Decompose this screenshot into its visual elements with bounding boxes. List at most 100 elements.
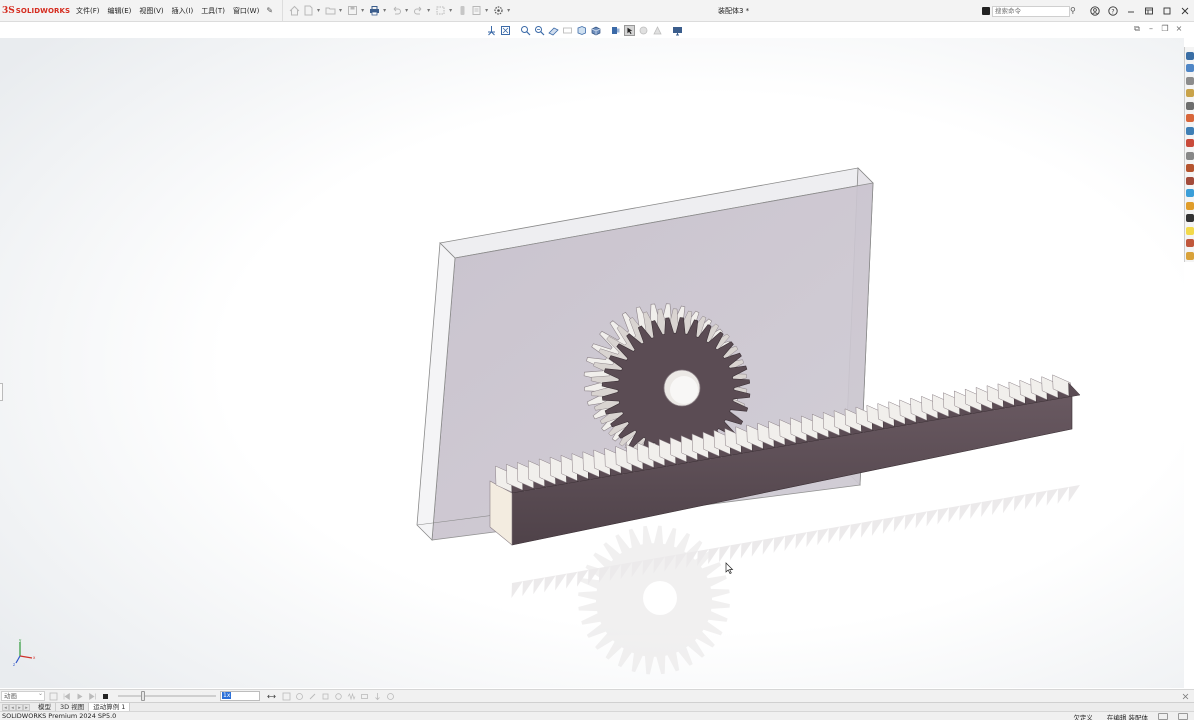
- new-document-icon[interactable]: [303, 5, 314, 16]
- tab-motion-study-1[interactable]: 运动算例 1: [89, 703, 131, 711]
- tab-first-icon[interactable]: ◂: [2, 703, 9, 711]
- select-icon[interactable]: [435, 5, 446, 16]
- menu-view[interactable]: 视图(V): [135, 0, 167, 22]
- select-dropdown-icon[interactable]: ▾: [449, 7, 452, 14]
- simulation-icon[interactable]: [1185, 239, 1194, 247]
- close-icon[interactable]: [1176, 0, 1194, 22]
- playback-timeline-slider[interactable]: [118, 691, 216, 701]
- file-properties-icon[interactable]: [471, 5, 482, 16]
- toolbox-icon[interactable]: [1185, 151, 1194, 160]
- menu-file[interactable]: 文件(F): [72, 0, 104, 22]
- redo-dropdown-icon[interactable]: ▾: [427, 7, 430, 14]
- motion-properties-icon[interactable]: [1181, 692, 1190, 701]
- graphics-area[interactable]: [0, 38, 1184, 688]
- save-animation-icon[interactable]: [282, 692, 291, 701]
- menu-tools[interactable]: 工具(T): [197, 0, 229, 22]
- forum-icon[interactable]: [1185, 164, 1194, 172]
- play-icon[interactable]: [75, 692, 84, 701]
- redo-icon[interactable]: [413, 5, 424, 16]
- undo-dropdown-icon[interactable]: ▾: [405, 7, 408, 14]
- rebuild-icon[interactable]: [457, 5, 468, 16]
- options-dropdown-icon[interactable]: ▾: [507, 7, 510, 14]
- tab-model[interactable]: 模型: [34, 703, 56, 711]
- edit-appearance-icon[interactable]: [638, 25, 649, 36]
- appearances-icon[interactable]: [1185, 114, 1194, 122]
- undo-icon[interactable]: [391, 5, 402, 16]
- design-library-icon[interactable]: [1185, 76, 1194, 85]
- tools-pane-icon[interactable]: [1185, 139, 1194, 147]
- cube-views-icon[interactable]: [590, 25, 601, 36]
- home-icon[interactable]: [289, 5, 300, 16]
- study-type-select[interactable]: 动画: [1, 690, 45, 701]
- markup-icon[interactable]: [1185, 176, 1194, 185]
- hide-show-items-icon[interactable]: [610, 25, 621, 36]
- doc-restore-icon[interactable]: ❐: [1158, 24, 1172, 36]
- previous-view-icon[interactable]: [534, 25, 545, 36]
- doc-close-icon[interactable]: ×: [1172, 24, 1186, 36]
- plugin-icon[interactable]: [1185, 251, 1194, 260]
- search-commands-icon[interactable]: [982, 7, 990, 15]
- calculate-icon[interactable]: [49, 692, 58, 701]
- display-style-icon[interactable]: [624, 24, 635, 36]
- zoom-area-icon[interactable]: [520, 25, 531, 36]
- help-icon[interactable]: ?: [1104, 0, 1122, 22]
- view-palette-icon[interactable]: [576, 25, 587, 36]
- solidworks-resources-icon[interactable]: [1185, 51, 1194, 60]
- restore-icon[interactable]: [1140, 0, 1158, 22]
- properties-dropdown-icon[interactable]: ▾: [485, 7, 488, 14]
- status-options-icon[interactable]: [1178, 713, 1188, 720]
- view-orientation-icon[interactable]: [486, 25, 497, 36]
- search-input[interactable]: [992, 5, 1070, 17]
- gravity-icon[interactable]: [373, 692, 382, 701]
- pin-menu-icon[interactable]: ✎: [263, 6, 276, 15]
- print-dropdown-icon[interactable]: ▾: [383, 7, 386, 14]
- highlight-icon[interactable]: [1185, 226, 1194, 235]
- feature-manager-collapse-handle[interactable]: [0, 383, 3, 401]
- units-icon[interactable]: [1158, 713, 1168, 720]
- custom-properties-icon[interactable]: [1185, 126, 1194, 135]
- save-icon[interactable]: [347, 5, 358, 16]
- solidworks-logo[interactable]: 3S SOLIDWORKS: [0, 0, 70, 22]
- maximize-icon[interactable]: [1158, 0, 1176, 22]
- user-icon[interactable]: [1086, 0, 1104, 22]
- add-key-icon[interactable]: [321, 692, 330, 701]
- motor-icon[interactable]: [334, 692, 343, 701]
- home-pane-icon[interactable]: [1185, 64, 1194, 72]
- playback-mode-icon[interactable]: [264, 692, 278, 701]
- autokey-icon[interactable]: [308, 692, 317, 701]
- doc-tile-icon[interactable]: ⧉: [1130, 24, 1144, 36]
- minimize-icon[interactable]: [1122, 0, 1140, 22]
- menu-window[interactable]: 窗口(W): [229, 0, 263, 22]
- notes-icon[interactable]: [1185, 201, 1194, 210]
- contact-icon[interactable]: [360, 692, 369, 701]
- view-settings-monitor-icon[interactable]: [672, 25, 683, 36]
- animation-wizard-icon[interactable]: [295, 692, 304, 701]
- dynamic-annotation-icon[interactable]: [562, 25, 573, 36]
- menu-insert[interactable]: 插入(I): [168, 0, 198, 22]
- model-scene[interactable]: [0, 38, 1184, 688]
- stop-icon[interactable]: [101, 692, 110, 701]
- open-dropdown-icon[interactable]: ▾: [339, 7, 342, 14]
- new-dropdown-icon[interactable]: ▾: [317, 7, 320, 14]
- timeline-thumb[interactable]: [140, 691, 145, 701]
- fast-forward-icon[interactable]: [88, 692, 97, 701]
- rewind-icon[interactable]: [62, 692, 71, 701]
- menu-edit[interactable]: 编辑(E): [104, 0, 136, 22]
- save-dropdown-icon[interactable]: ▾: [361, 7, 364, 14]
- section-view-icon[interactable]: [548, 25, 559, 36]
- tab-last-icon[interactable]: ▸: [23, 703, 30, 711]
- search-icon[interactable]: ⚲: [1070, 6, 1076, 15]
- apply-scene-icon[interactable]: [652, 25, 663, 36]
- open-folder-icon[interactable]: [325, 5, 336, 16]
- spring-icon[interactable]: [347, 692, 356, 701]
- view-palette-pane-icon[interactable]: [1185, 101, 1194, 110]
- tab-3d-views[interactable]: 3D 视图: [56, 703, 90, 711]
- zoom-to-fit-icon[interactable]: [500, 25, 511, 36]
- results-plots-icon[interactable]: [386, 692, 395, 701]
- playback-speed-select[interactable]: 1x: [220, 691, 260, 701]
- file-explorer-icon[interactable]: [1185, 89, 1194, 97]
- options-gear-icon[interactable]: [493, 5, 504, 16]
- learning-icon[interactable]: [1185, 214, 1194, 222]
- tab-next-icon[interactable]: ▸: [16, 703, 23, 711]
- tab-prev-icon[interactable]: ◂: [9, 703, 16, 711]
